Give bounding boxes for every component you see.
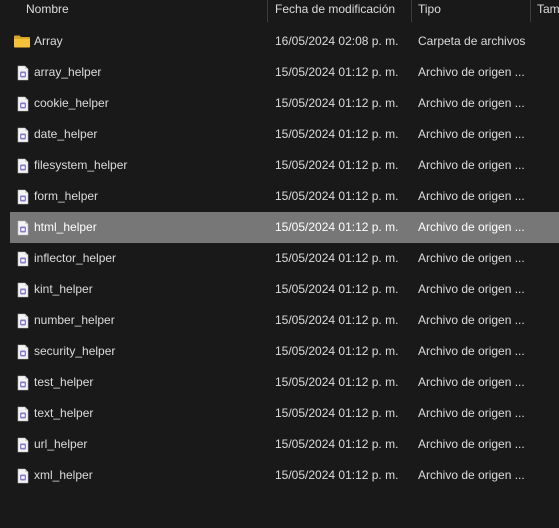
php-file-icon	[15, 220, 31, 236]
file-name: security_helper	[34, 344, 116, 358]
php-file-icon	[15, 406, 31, 422]
folder-icon	[13, 33, 30, 49]
php-file-icon	[15, 65, 31, 81]
php-file-icon	[15, 158, 31, 174]
file-name: kint_helper	[34, 282, 93, 296]
file-row[interactable]: date_helper 15/05/2024 01:12 p. m. Archivo…	[0, 119, 559, 150]
php-file-icon	[15, 96, 31, 112]
modified-date: 15/05/2024 01:12 p. m.	[275, 313, 399, 327]
file-row[interactable]: html_helper 15/05/2024 01:12 p. m. Archivo…	[0, 212, 559, 243]
file-type: Archivo de origen ...	[418, 313, 525, 327]
file-type: Archivo de origen ...	[418, 251, 525, 265]
php-file-icon	[15, 313, 31, 329]
file-type: Archivo de origen ...	[418, 189, 525, 203]
file-type: Carpeta de archivos	[418, 34, 526, 48]
modified-date: 15/05/2024 01:12 p. m.	[275, 127, 399, 141]
file-name: inflector_helper	[34, 251, 117, 265]
modified-date: 15/05/2024 01:12 p. m.	[275, 468, 399, 482]
file-name: xml_helper	[34, 468, 93, 482]
column-header-bar: Nombre Fecha de modificación Tipo Tam	[0, 0, 559, 22]
modified-date: 15/05/2024 01:12 p. m.	[275, 158, 399, 172]
file-row[interactable]: xml_helper 15/05/2024 01:12 p. m. Archivo …	[0, 460, 559, 491]
file-row[interactable]: form_helper 15/05/2024 01:12 p. m. Archivo…	[0, 181, 559, 212]
file-name: form_helper	[34, 189, 99, 203]
modified-date: 15/05/2024 01:12 p. m.	[275, 375, 399, 389]
file-row[interactable]: cookie_helper 15/05/2024 01:12 p. m. Archi…	[0, 88, 559, 119]
file-type: Archivo de origen ...	[418, 344, 525, 358]
file-row[interactable]: test_helper 15/05/2024 01:12 p. m. Archivo…	[0, 367, 559, 398]
php-file-icon	[15, 437, 31, 453]
file-name: Array	[34, 34, 63, 48]
file-type: Archivo de origen ...	[418, 437, 525, 451]
file-row[interactable]: array_helper 15/05/2024 01:12 p. m. Archiv…	[0, 57, 559, 88]
php-file-icon	[15, 251, 31, 267]
file-row[interactable]: filesystem_helper 15/05/2024 01:12 p. m. A…	[0, 150, 559, 181]
file-row[interactable]: url_helper 15/05/2024 01:12 p. m. Archivo …	[0, 429, 559, 460]
file-type: Archivo de origen ...	[418, 282, 525, 296]
file-type: Archivo de origen ...	[418, 406, 525, 420]
modified-date: 15/05/2024 01:12 p. m.	[275, 96, 399, 110]
modified-date: 15/05/2024 01:12 p. m.	[275, 65, 399, 79]
modified-date: 15/05/2024 01:12 p. m.	[275, 344, 399, 358]
column-header-type[interactable]: Tipo	[418, 0, 526, 22]
modified-date: 15/05/2024 01:12 p. m.	[275, 220, 399, 234]
file-type: Archivo de origen ...	[418, 65, 525, 79]
file-name: cookie_helper	[34, 96, 109, 110]
file-name: filesystem_helper	[34, 158, 128, 172]
file-name: date_helper	[34, 127, 98, 141]
file-type: Archivo de origen ...	[418, 96, 525, 110]
php-file-icon	[15, 375, 31, 391]
modified-date: 15/05/2024 01:12 p. m.	[275, 437, 399, 451]
file-row[interactable]: inflector_helper 15/05/2024 01:12 p. m. Ar…	[0, 243, 559, 274]
file-row[interactable]: text_helper 15/05/2024 01:12 p. m. Archivo…	[0, 398, 559, 429]
modified-date: 15/05/2024 01:12 p. m.	[275, 406, 399, 420]
file-type: Archivo de origen ...	[418, 220, 525, 234]
column-header-date[interactable]: Fecha de modificación	[275, 0, 405, 22]
file-list: Array 16/05/2024 02:08 p. m. Carpeta de ar…	[0, 26, 559, 491]
file-type: Archivo de origen ...	[418, 468, 525, 482]
file-name: array_helper	[34, 65, 102, 79]
file-type: Archivo de origen ...	[418, 375, 525, 389]
modified-date: 15/05/2024 01:12 p. m.	[275, 282, 399, 296]
php-file-icon	[15, 189, 31, 205]
php-file-icon	[15, 127, 31, 143]
file-row[interactable]: number_helper 15/05/2024 01:12 p. m. Archi…	[0, 305, 559, 336]
file-name: url_helper	[34, 437, 88, 451]
file-name: html_helper	[34, 220, 97, 234]
column-resize-handle[interactable]	[267, 0, 268, 22]
modified-date: 15/05/2024 01:12 p. m.	[275, 251, 399, 265]
column-resize-handle[interactable]	[411, 0, 412, 22]
php-file-icon	[15, 282, 31, 298]
file-row[interactable]: security_helper 15/05/2024 01:12 p. m. Arc…	[0, 336, 559, 367]
modified-date: 16/05/2024 02:08 p. m.	[275, 34, 399, 48]
file-name: number_helper	[34, 313, 115, 327]
column-header-name[interactable]: Nombre	[26, 0, 262, 22]
file-name: test_helper	[34, 375, 94, 389]
folder-row[interactable]: Array 16/05/2024 02:08 p. m. Carpeta de ar…	[0, 26, 559, 57]
file-type: Archivo de origen ...	[418, 158, 525, 172]
column-resize-handle[interactable]	[530, 0, 531, 22]
file-explorer-list: Nombre Fecha de modificación Tipo Tam Ar…	[0, 0, 559, 528]
file-name: text_helper	[34, 406, 94, 420]
column-header-size[interactable]: Tam	[537, 0, 559, 22]
php-file-icon	[15, 468, 31, 484]
file-row[interactable]: kint_helper 15/05/2024 01:12 p. m. Archivo…	[0, 274, 559, 305]
modified-date: 15/05/2024 01:12 p. m.	[275, 189, 399, 203]
file-type: Archivo de origen ...	[418, 127, 525, 141]
php-file-icon	[15, 344, 31, 360]
